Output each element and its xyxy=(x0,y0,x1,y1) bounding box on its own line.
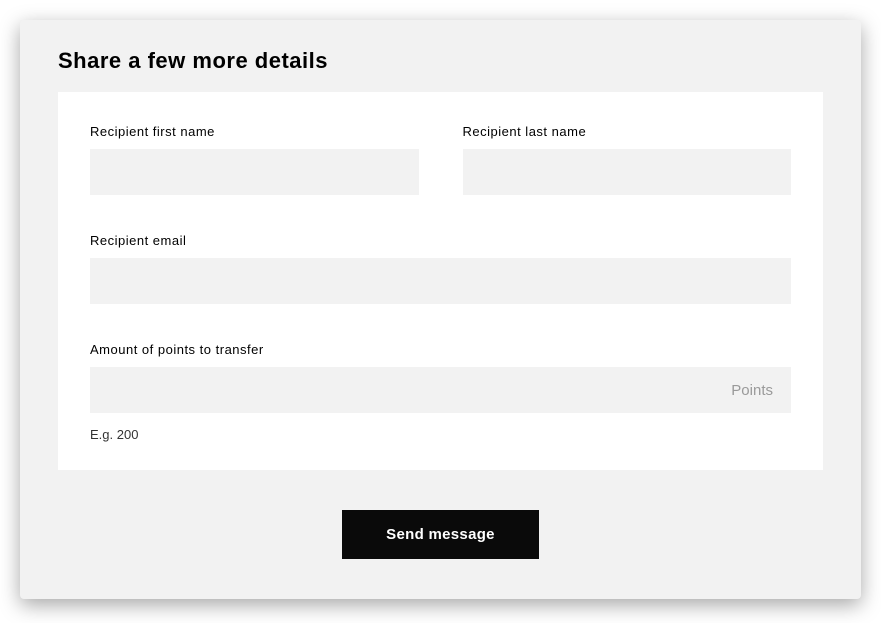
form-card: Recipient first name Recipient last name… xyxy=(58,92,823,470)
points-input[interactable] xyxy=(90,367,731,413)
send-message-button[interactable]: Send message xyxy=(342,510,539,559)
button-area: Send message xyxy=(20,470,861,599)
points-input-wrap: Points xyxy=(90,367,791,413)
email-label: Recipient email xyxy=(90,233,791,248)
field-points: Amount of points to transfer Points E.g.… xyxy=(90,342,791,442)
field-first-name: Recipient first name xyxy=(90,124,419,195)
last-name-input[interactable] xyxy=(463,149,792,195)
last-name-label: Recipient last name xyxy=(463,124,792,139)
form-container: Share a few more details Recipient first… xyxy=(20,20,861,599)
row-name: Recipient first name Recipient last name xyxy=(90,124,791,195)
points-helper: E.g. 200 xyxy=(90,427,791,442)
row-email: Recipient email xyxy=(90,233,791,304)
points-suffix: Points xyxy=(731,382,791,399)
field-email: Recipient email xyxy=(90,233,791,304)
points-label: Amount of points to transfer xyxy=(90,342,791,357)
page-title: Share a few more details xyxy=(20,20,861,92)
first-name-label: Recipient first name xyxy=(90,124,419,139)
first-name-input[interactable] xyxy=(90,149,419,195)
email-input[interactable] xyxy=(90,258,791,304)
field-last-name: Recipient last name xyxy=(463,124,792,195)
row-points: Amount of points to transfer Points E.g.… xyxy=(90,342,791,442)
